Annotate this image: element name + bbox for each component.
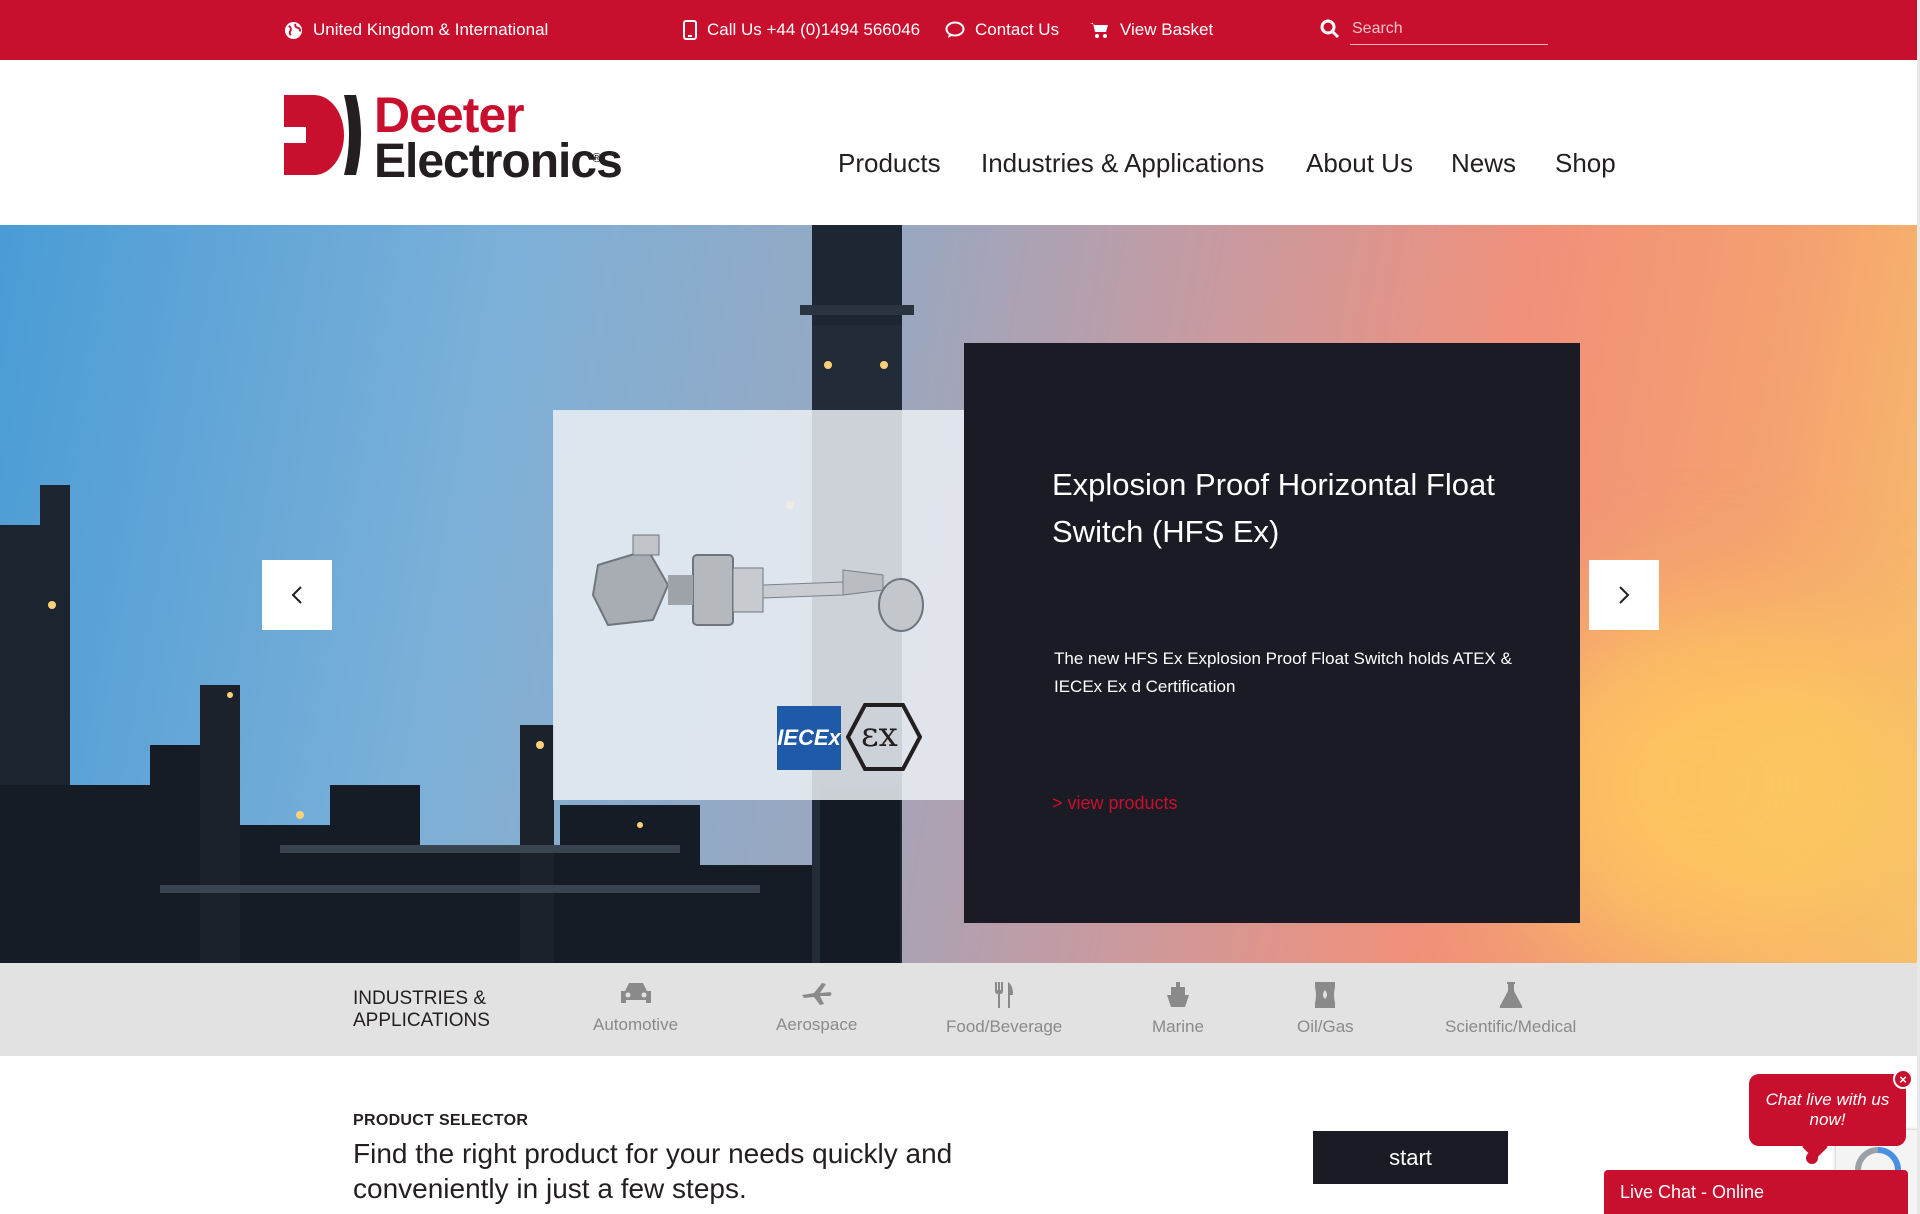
industry-marine[interactable]: Marine <box>1152 981 1204 1037</box>
industry-scientific-medical[interactable]: Scientific/Medical <box>1445 981 1576 1037</box>
carousel-next-button[interactable] <box>1589 560 1659 630</box>
industry-label: Marine <box>1152 1017 1204 1036</box>
industry-aerospace[interactable]: Aerospace <box>776 981 857 1035</box>
industries-heading: INDUSTRIES & APPLICATIONS <box>353 988 513 1032</box>
industries-heading-line2: APPLICATIONS <box>353 1010 490 1031</box>
logo-mark <box>284 95 361 175</box>
industry-label: Scientific/Medical <box>1445 1017 1577 1036</box>
cart-icon <box>1090 23 1108 38</box>
product-selector-label: PRODUCT SELECTOR <box>353 1112 529 1129</box>
live-chat-bar[interactable]: Live Chat - Online <box>1604 1170 1908 1214</box>
chat-status-dot <box>1806 1152 1818 1164</box>
ship-icon <box>1166 982 1189 1007</box>
search-input[interactable] <box>1350 13 1548 45</box>
chevron-right-icon <box>1619 586 1630 604</box>
close-icon[interactable]: × <box>1893 1069 1913 1089</box>
slide-product-image: IECEx εx <box>553 410 964 800</box>
logo-text: Deeter Electronics <box>374 87 623 188</box>
industries-bar: INDUSTRIES & APPLICATIONS Automotive Aer… <box>0 963 1920 1056</box>
slide-info-card: Explosion Proof Horizontal Float Switch … <box>964 343 1580 923</box>
region-selector[interactable]: United Kingdom & International <box>284 0 548 60</box>
logo-word-deeter: Deeter <box>374 87 525 143</box>
plane-icon <box>801 983 832 1005</box>
iecex-badge: IECEx <box>777 706 841 770</box>
chevron-left-icon <box>291 586 302 604</box>
search-box <box>1320 13 1548 45</box>
chat-bubble-icon <box>945 21 965 38</box>
nav-products[interactable]: Products <box>838 148 941 179</box>
phone-label: Call Us +44 (0)1494 566046 <box>707 20 921 39</box>
industry-label: Aerospace <box>776 1015 858 1034</box>
industry-label: Food/Beverage <box>946 1017 1063 1036</box>
region-label: United Kingdom & International <box>313 20 549 39</box>
industries-heading-line1: INDUSTRIES & <box>353 988 487 1009</box>
product-selector-text: Find the right product for your needs qu… <box>353 1138 953 1204</box>
logo-word-electronics: Electronics <box>374 135 623 188</box>
slide-description: The new HFS Ex Explosion Proof Float Swi… <box>1054 649 1512 696</box>
chat-invite-bubble[interactable]: Chat live with us now! <box>1749 1074 1906 1146</box>
contact-link[interactable]: Contact Us <box>945 0 1059 60</box>
basket-label: View Basket <box>1120 20 1214 39</box>
industry-label: Automotive <box>593 1015 679 1034</box>
flask-icon <box>1499 982 1522 1008</box>
industry-oil-gas[interactable]: Oil/Gas <box>1297 981 1354 1037</box>
view-products-link[interactable]: > view products <box>1052 793 1178 814</box>
start-button[interactable]: start <box>1313 1131 1508 1184</box>
industry-automotive[interactable]: Automotive <box>593 981 678 1035</box>
iecex-badge-text: IECEx <box>777 725 841 750</box>
industry-label: Oil/Gas <box>1297 1017 1354 1036</box>
basket-link[interactable]: View Basket <box>1090 0 1213 60</box>
contact-label: Contact Us <box>975 20 1060 39</box>
phone-link[interactable]: Call Us +44 (0)1494 566046 <box>683 0 920 60</box>
nav-industries[interactable]: Industries & Applications <box>981 148 1264 179</box>
industry-food-beverage[interactable]: Food/Beverage <box>946 981 1062 1037</box>
nav-news[interactable]: News <box>1451 148 1516 179</box>
fork-knife-icon <box>995 982 1014 1008</box>
registered-mark: ® <box>592 150 602 165</box>
oil-barrel-icon <box>1315 982 1336 1008</box>
slide-title: Explosion Proof Horizontal Float Switch … <box>1052 467 1495 549</box>
ex-badge-text: εx <box>861 715 898 755</box>
globe-icon <box>284 21 303 39</box>
carousel-prev-button[interactable] <box>262 560 332 630</box>
hero-carousel: IECEx εx Explosion Proof Horizontal Floa… <box>0 225 1920 963</box>
car-icon <box>620 983 651 1003</box>
nav-shop[interactable]: Shop <box>1555 148 1616 179</box>
top-bar: United Kingdom & International Call Us +… <box>0 0 1920 60</box>
nav-about[interactable]: About Us <box>1306 148 1413 179</box>
phone-icon <box>683 20 697 40</box>
search-icon[interactable] <box>1320 19 1340 39</box>
site-header: Deeter Electronics ® Products Industries… <box>0 60 1920 225</box>
